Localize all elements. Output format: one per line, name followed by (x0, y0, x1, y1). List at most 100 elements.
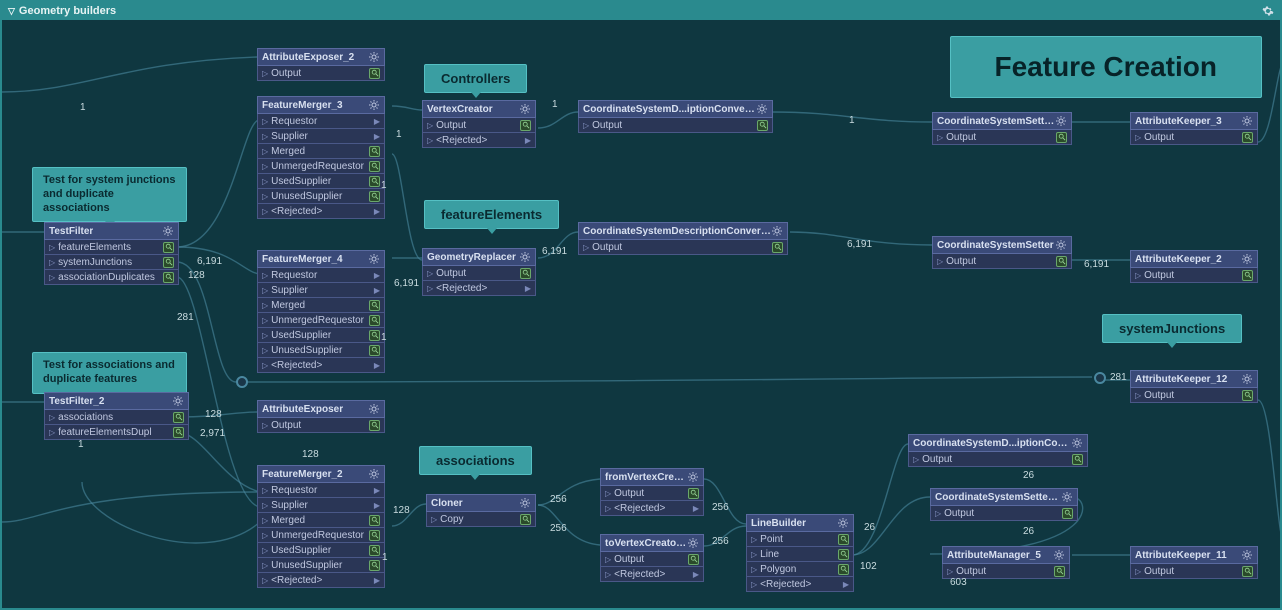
port-usedsupplier[interactable]: ▷UsedSupplier (257, 174, 385, 189)
port-requestor[interactable]: ▷Requestor▶ (257, 268, 385, 283)
port-output[interactable]: ▷Output (257, 418, 385, 433)
inspect-icon[interactable] (1242, 132, 1253, 143)
port-output[interactable]: ▷Output (257, 66, 385, 81)
node-csdescconv-2[interactable]: CoordinateSystemD...iptionConverter_2 ▷O… (908, 434, 1088, 467)
port-line[interactable]: ▷Line (746, 547, 854, 562)
gear-icon[interactable] (1241, 253, 1253, 265)
port-associations[interactable]: ▷associations (44, 410, 189, 425)
node-cssetter-2[interactable]: CoordinateSystemSetter_2 ▷Output (930, 488, 1078, 521)
inspect-icon[interactable] (1054, 566, 1065, 577)
inspect-icon[interactable] (838, 534, 849, 545)
port-output[interactable]: ▷Output (930, 506, 1078, 521)
inspect-icon[interactable] (757, 120, 768, 131)
port-rejected[interactable]: ▷<Rejected>▶ (422, 281, 536, 296)
node-attributeexposer-2[interactable]: AttributeExposer_2 ▷Output (257, 48, 385, 81)
inspect-icon[interactable] (369, 68, 380, 79)
port-rejected[interactable]: ▷<Rejected>▶ (600, 501, 704, 516)
inspect-icon[interactable] (520, 120, 531, 131)
port-systemjunctions[interactable]: ▷systemJunctions (44, 255, 179, 270)
port-rejected[interactable]: ▷<Rejected>▶ (600, 567, 704, 582)
inspect-icon[interactable] (369, 515, 380, 526)
inspect-icon[interactable] (369, 300, 380, 311)
node-linebuilder[interactable]: LineBuilder ▷Point ▷Line ▷Polygon ▷<Reje… (746, 514, 854, 592)
port-output[interactable]: ▷Output (908, 452, 1088, 467)
port-associationduplicates[interactable]: ▷associationDuplicates (44, 270, 179, 285)
port-output[interactable]: ▷Output (422, 266, 536, 281)
port-output[interactable]: ▷Output (600, 552, 704, 567)
inspect-icon[interactable] (369, 420, 380, 431)
port-output[interactable]: ▷Output (578, 118, 773, 133)
node-featuremerger-4[interactable]: FeatureMerger_4 ▷Requestor▶ ▷Supplier▶ ▷… (257, 250, 385, 373)
port-usedsupplier[interactable]: ▷UsedSupplier (257, 543, 385, 558)
port-featureelementsdupl[interactable]: ▷featureElementsDupl (44, 425, 189, 440)
canvas[interactable]: ▽Geometry builders (0, 0, 1282, 610)
port-usedsupplier[interactable]: ▷UsedSupplier (257, 328, 385, 343)
port-supplier[interactable]: ▷Supplier▶ (257, 283, 385, 298)
port-unmergedrequestor[interactable]: ▷UnmergedRequestor (257, 528, 385, 543)
gear-icon[interactable] (519, 497, 531, 509)
node-featuremerger-3[interactable]: FeatureMerger_3 ▷Requestor▶ ▷Supplier▶ ▷… (257, 96, 385, 219)
node-attrkeeper-12[interactable]: AttributeKeeper_12 ▷Output (1130, 370, 1258, 403)
port-unmergedrequestor[interactable]: ▷UnmergedRequestor (257, 159, 385, 174)
inspect-icon[interactable] (369, 545, 380, 556)
gear-icon[interactable] (687, 537, 699, 549)
gear-icon[interactable] (1241, 549, 1253, 561)
port-output[interactable]: ▷Output (1130, 388, 1258, 403)
port-rejected[interactable]: ▷<Rejected>▶ (257, 358, 385, 373)
port-rejected[interactable]: ▷<Rejected>▶ (422, 133, 536, 148)
port-merged[interactable]: ▷Merged (257, 513, 385, 528)
inspect-icon[interactable] (1242, 566, 1253, 577)
gear-icon[interactable] (519, 251, 531, 263)
inspect-icon[interactable] (1242, 390, 1253, 401)
node-csdescconv-3[interactable]: CoordinateSystemD...iptionConverter_3 ▷O… (578, 100, 773, 133)
gear-icon[interactable] (368, 51, 380, 63)
inspect-icon[interactable] (369, 345, 380, 356)
node-attrkeeper-3[interactable]: AttributeKeeper_3 ▷Output (1130, 112, 1258, 145)
inspect-icon[interactable] (772, 242, 783, 253)
gear-icon[interactable] (368, 99, 380, 111)
port-copy[interactable]: ▷Copy (426, 512, 536, 527)
port-unmergedrequestor[interactable]: ▷UnmergedRequestor (257, 313, 385, 328)
gear-icon[interactable] (756, 103, 768, 115)
port-output[interactable]: ▷Output (1130, 564, 1258, 579)
node-cssetter[interactable]: CoordinateSystemSetter ▷Output (932, 236, 1072, 269)
node-attrkeeper-11[interactable]: AttributeKeeper_11 ▷Output (1130, 546, 1258, 579)
inspect-icon[interactable] (1242, 270, 1253, 281)
port-output[interactable]: ▷Output (932, 254, 1072, 269)
junction-dot-b[interactable] (1094, 372, 1106, 384)
gear-icon[interactable] (837, 517, 849, 529)
inspect-icon[interactable] (688, 488, 699, 499)
port-output[interactable]: ▷Output (1130, 130, 1258, 145)
gear-icon[interactable] (771, 225, 783, 237)
inspect-icon[interactable] (1062, 508, 1073, 519)
port-output[interactable]: ▷Output (422, 118, 536, 133)
node-featuremerger-2[interactable]: FeatureMerger_2 ▷Requestor▶ ▷Supplier▶ ▷… (257, 465, 385, 588)
port-rejected[interactable]: ▷<Rejected>▶ (257, 204, 385, 219)
port-supplier[interactable]: ▷Supplier▶ (257, 498, 385, 513)
inspect-icon[interactable] (369, 146, 380, 157)
gear-icon[interactable] (368, 253, 380, 265)
inspect-icon[interactable] (1056, 132, 1067, 143)
gear-icon[interactable] (1055, 239, 1067, 251)
gear-icon[interactable] (687, 471, 699, 483)
port-unusedsupplier[interactable]: ▷UnusedSupplier (257, 558, 385, 573)
inspect-icon[interactable] (163, 257, 174, 268)
node-vertexcreator[interactable]: VertexCreator ▷Output ▷<Rejected>▶ (422, 100, 536, 148)
port-unusedsupplier[interactable]: ▷UnusedSupplier (257, 343, 385, 358)
inspect-icon[interactable] (369, 530, 380, 541)
inspect-icon[interactable] (369, 161, 380, 172)
inspect-icon[interactable] (173, 427, 184, 438)
inspect-icon[interactable] (520, 268, 531, 279)
port-point[interactable]: ▷Point (746, 532, 854, 547)
junction-dot[interactable] (236, 376, 248, 388)
port-output[interactable]: ▷Output (578, 240, 788, 255)
port-merged[interactable]: ▷Merged (257, 298, 385, 313)
port-rejected[interactable]: ▷<Rejected>▶ (746, 577, 854, 592)
gear-icon[interactable] (368, 468, 380, 480)
titlebar[interactable]: ▽Geometry builders (2, 2, 1280, 20)
inspect-icon[interactable] (520, 514, 531, 525)
port-output[interactable]: ▷Output (600, 486, 704, 501)
inspect-icon[interactable] (369, 560, 380, 571)
node-testfilter-2[interactable]: TestFilter_2 ▷associations ▷featureEleme… (44, 392, 189, 440)
node-cloner[interactable]: Cloner ▷Copy (426, 494, 536, 527)
